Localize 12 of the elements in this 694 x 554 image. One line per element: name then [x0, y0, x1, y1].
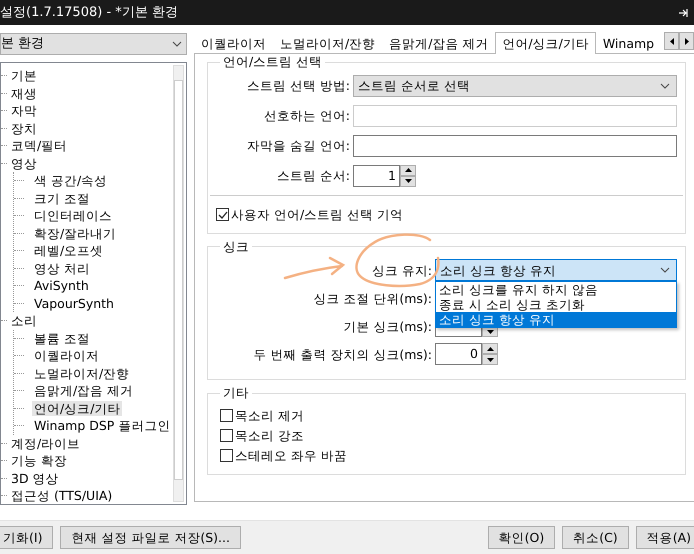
field-label: 자막을 숨길 언어: — [246, 138, 351, 153]
field-label: 싱크 조절 단위(ms): — [312, 290, 433, 306]
field-label: 스트림 순서: — [276, 168, 351, 183]
group-title: 싱크 — [222, 240, 250, 253]
field-label: 스트림 선택 방법: — [246, 78, 351, 93]
field-label: 기본 싱크(ms): — [342, 318, 433, 334]
field-label: 두 번째 출력 장치의 싱크(ms): — [252, 346, 433, 362]
field-label: 싱크 유지: — [370, 262, 433, 278]
group-title: 언어/스트림 선택 — [222, 56, 324, 68]
field-label: 선호하는 언어: — [262, 108, 351, 123]
group-title: 기타 — [222, 387, 250, 400]
window-title: 설정(1.7.17508) - *기본 환경 — [0, 4, 178, 20]
